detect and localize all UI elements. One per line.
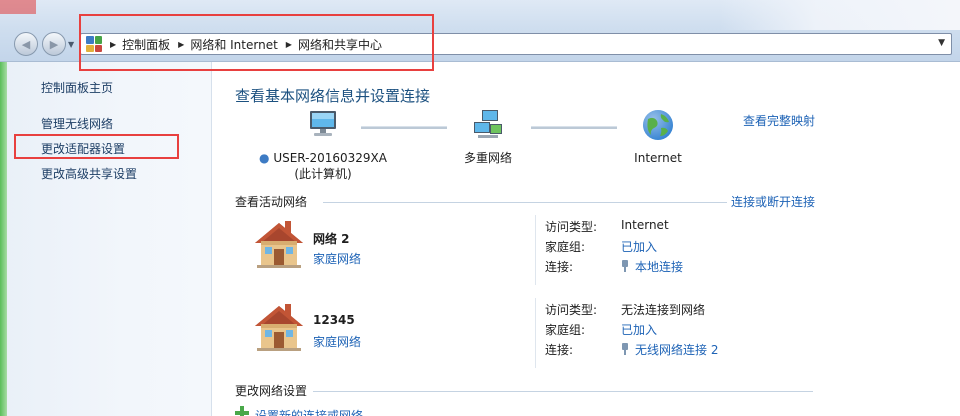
recent-pages-dropdown[interactable]: ▼: [68, 40, 74, 49]
home-network-icon[interactable]: [251, 302, 307, 352]
connection-label: 连接:: [545, 343, 574, 357]
sidebar-item-change-adapter-settings[interactable]: 更改适配器设置: [41, 140, 125, 157]
breadcrumb-network-sharing-center[interactable]: 网络和共享中心: [298, 36, 382, 53]
internet-label: Internet: [634, 151, 682, 165]
breadcrumb-separator-icon[interactable]: ▶: [110, 40, 116, 49]
access-type-label: 访问类型:: [545, 220, 598, 234]
multiple-networks-label: 多重网络: [463, 151, 512, 165]
section-divider: [313, 391, 813, 392]
back-button[interactable]: ◀: [14, 32, 38, 56]
ethernet-icon: [622, 260, 628, 272]
window-titlebar: ◀ ▶ ▼ ▶ 控制面板 ▶ 网络和 Internet ▶ 网络和共享中心 ▼: [0, 0, 960, 62]
access-type-value: 无法连接到网络: [621, 303, 706, 317]
connect-disconnect-link[interactable]: 连接或断开连接: [731, 193, 815, 210]
full-map-link[interactable]: 查看完整映射: [743, 112, 815, 129]
home-network-icon[interactable]: [251, 219, 307, 269]
arrow-left-icon: ◀: [21, 37, 31, 51]
map-connector: [531, 126, 617, 129]
network-card: 网络 2 家庭网络 访问类型: Internet 家庭组: 已加入 连接: 本地…: [235, 215, 795, 285]
homegroup-label: 家庭组:: [545, 323, 586, 337]
network-type-link[interactable]: 家庭网络: [313, 333, 361, 350]
computer-subtitle: (此计算机): [294, 167, 352, 181]
connection-name: 无线网络连接 2: [635, 343, 719, 357]
breadcrumb-control-panel[interactable]: 控制面板: [122, 36, 170, 53]
multiple-networks-node[interactable]: 多重网络: [453, 108, 523, 166]
access-type-label: 访问类型:: [545, 303, 598, 317]
access-type-value: Internet: [621, 218, 669, 232]
address-bar[interactable]: ▶ 控制面板 ▶ 网络和 Internet ▶ 网络和共享中心 ▼: [80, 33, 952, 55]
breadcrumb-separator-icon[interactable]: ▶: [286, 40, 292, 49]
pane-edge: [0, 62, 7, 416]
section-divider: [323, 202, 727, 203]
active-networks-heading: 查看活动网络: [235, 195, 308, 209]
computer-name: USER-20160329XA: [273, 151, 387, 165]
connection-label: 连接:: [545, 260, 574, 274]
sidebar-item-manage-wireless[interactable]: 管理无线网络: [41, 115, 113, 132]
breadcrumb-separator-icon[interactable]: ▶: [178, 40, 184, 49]
address-dropdown-icon[interactable]: ▼: [938, 38, 945, 48]
sidebar-item-control-panel-home[interactable]: 控制面板主页: [41, 79, 113, 96]
multiple-networks-icon: [470, 108, 506, 142]
breadcrumb-network-internet[interactable]: 网络和 Internet: [190, 36, 277, 53]
network-card: 12345 家庭网络 访问类型: 无法连接到网络 家庭组: 已加入 连接: 无线…: [235, 298, 795, 368]
main-content: 查看基本网络信息并设置连接 查看完整映射 ● USER-20160329XA (…: [213, 62, 960, 416]
title-decoration: [0, 0, 36, 14]
change-settings-heading: 更改网络设置: [235, 384, 308, 398]
internet-node[interactable]: Internet: [623, 108, 693, 166]
homegroup-link[interactable]: 已加入: [621, 321, 657, 338]
homegroup-link[interactable]: 已加入: [621, 238, 657, 255]
wireless-signal-icon: [622, 343, 628, 355]
title-glass: [720, 0, 960, 30]
sidebar-item-advanced-sharing[interactable]: 更改高级共享设置: [41, 165, 137, 182]
map-connector: [361, 126, 447, 129]
homegroup-user-icon: ●: [259, 151, 270, 165]
arrow-right-icon: ▶: [49, 37, 59, 51]
new-connection-link[interactable]: 设置新的连接或网络: [255, 407, 363, 416]
globe-icon: [641, 108, 675, 142]
connection-link[interactable]: 无线网络连接 2: [621, 341, 718, 358]
card-divider: [535, 298, 536, 368]
forward-button[interactable]: ▶: [42, 32, 66, 56]
card-divider: [535, 215, 536, 285]
connection-name: 本地连接: [635, 260, 684, 274]
control-panel-icon: [86, 36, 102, 52]
computer-node: ● USER-20160329XA (此计算机): [253, 108, 393, 182]
computer-icon: [305, 108, 341, 142]
task-pane: 控制面板主页 管理无线网络 更改适配器设置 更改高级共享设置: [0, 62, 212, 416]
network-type-link[interactable]: 家庭网络: [313, 250, 361, 267]
page-title: 查看基本网络信息并设置连接: [235, 87, 431, 105]
network-name: 网络 2: [313, 232, 350, 246]
network-name: 12345: [313, 313, 355, 327]
new-connection-icon: [235, 406, 249, 416]
connection-link[interactable]: 本地连接: [621, 258, 683, 275]
homegroup-label: 家庭组:: [545, 240, 586, 254]
